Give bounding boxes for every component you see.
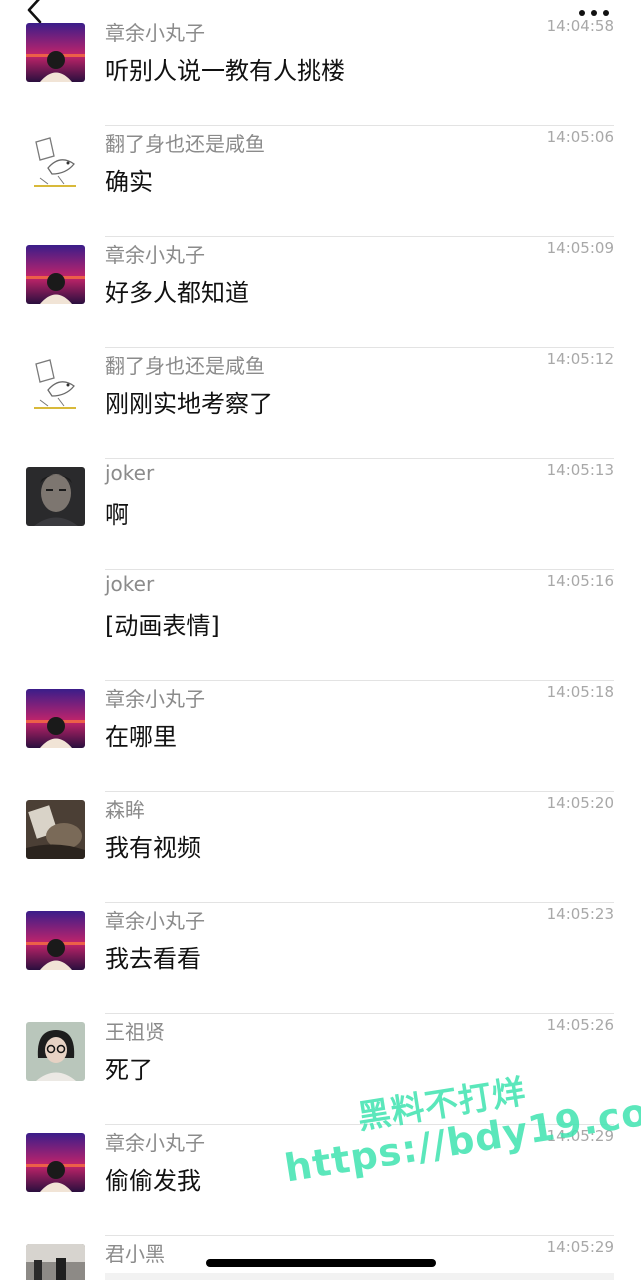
message-row[interactable]: joker 14:05:16 [动画表情]	[0, 570, 641, 681]
timestamp: 14:05:12	[546, 350, 614, 368]
sender-name: 章余小丸子	[105, 1131, 205, 1155]
message-row[interactable]: 章余小丸子 14:05:09 好多人都知道	[0, 237, 641, 348]
timestamp: 14:05:23	[546, 905, 614, 923]
message-text: 死了	[105, 1056, 153, 1084]
message-text: [动画表情]	[105, 612, 220, 640]
message-text: 偷偷发我	[105, 1167, 201, 1195]
message-row[interactable]: 翻了身也还是咸鱼 14:05:12 刚刚实地考察了	[0, 348, 641, 459]
message-row[interactable]: 森眸 14:05:20 我有视频	[0, 792, 641, 903]
message-row[interactable]: 章余小丸子 14:04:58 听别人说一教有人挑楼	[0, 15, 641, 126]
sunset-city-avatar[interactable]	[26, 1133, 85, 1192]
sender-name: joker	[105, 572, 155, 596]
sunset-city-avatar[interactable]	[26, 911, 85, 970]
message-bubble-partial	[105, 1273, 614, 1280]
message-text: 我去看看	[105, 945, 201, 973]
timestamp: 14:04:58	[546, 17, 614, 35]
message-row[interactable]: joker 14:05:13 啊	[0, 459, 641, 570]
sender-name: 章余小丸子	[105, 687, 205, 711]
timestamp: 14:05:18	[546, 683, 614, 701]
woman-portrait-avatar[interactable]	[26, 1022, 85, 1081]
message-text: 好多人都知道	[105, 279, 249, 307]
message-row[interactable]: 翻了身也还是咸鱼 14:05:06 确实	[0, 126, 641, 237]
fish-sketch-avatar[interactable]	[26, 134, 85, 193]
message-text: 我有视频	[105, 834, 201, 862]
timestamp: 14:05:20	[546, 794, 614, 812]
timestamp: 14:05:13	[546, 461, 614, 479]
sender-name: 王祖贤	[105, 1020, 165, 1044]
message-text: 在哪里	[105, 723, 177, 751]
sender-name: 翻了身也还是咸鱼	[105, 132, 265, 156]
message-row[interactable]: 王祖贤 14:05:26 死了	[0, 1014, 641, 1125]
sender-name: 章余小丸子	[105, 243, 205, 267]
message-row[interactable]: 章余小丸子 14:05:29 偷偷发我	[0, 1125, 641, 1236]
timestamp: 14:05:29	[546, 1238, 614, 1256]
sender-name: 翻了身也还是咸鱼	[105, 354, 265, 378]
message-text: 确实	[105, 168, 153, 196]
sunset-city-avatar[interactable]	[26, 245, 85, 304]
timestamp: 14:05:16	[546, 572, 614, 590]
sunset-city-avatar[interactable]	[26, 23, 85, 82]
sender-name: 章余小丸子	[105, 909, 205, 933]
timestamp: 14:05:09	[546, 239, 614, 257]
sender-name: joker	[105, 461, 155, 485]
sunset-city-avatar[interactable]	[26, 689, 85, 748]
fish-sketch-avatar[interactable]	[26, 356, 85, 415]
sender-name: 君小黑	[105, 1242, 165, 1266]
sender-name: 森眸	[105, 798, 145, 822]
dark-portrait-avatar[interactable]	[26, 467, 85, 526]
street-photo-avatar[interactable]	[26, 1244, 85, 1280]
home-indicator[interactable]	[206, 1259, 436, 1267]
message-row[interactable]: 章余小丸子 14:05:23 我去看看	[0, 903, 641, 1014]
sender-name: 章余小丸子	[105, 21, 205, 45]
timestamp: 14:05:06	[546, 128, 614, 146]
message-row[interactable]: 章余小丸子 14:05:18 在哪里	[0, 681, 641, 792]
timestamp: 14:05:29	[546, 1127, 614, 1145]
message-text: 刚刚实地考察了	[105, 390, 273, 418]
message-text: 啊	[105, 501, 129, 529]
message-text: 听别人说一教有人挑楼	[105, 57, 345, 85]
cat-photo-avatar[interactable]	[26, 800, 85, 859]
timestamp: 14:05:26	[546, 1016, 614, 1034]
